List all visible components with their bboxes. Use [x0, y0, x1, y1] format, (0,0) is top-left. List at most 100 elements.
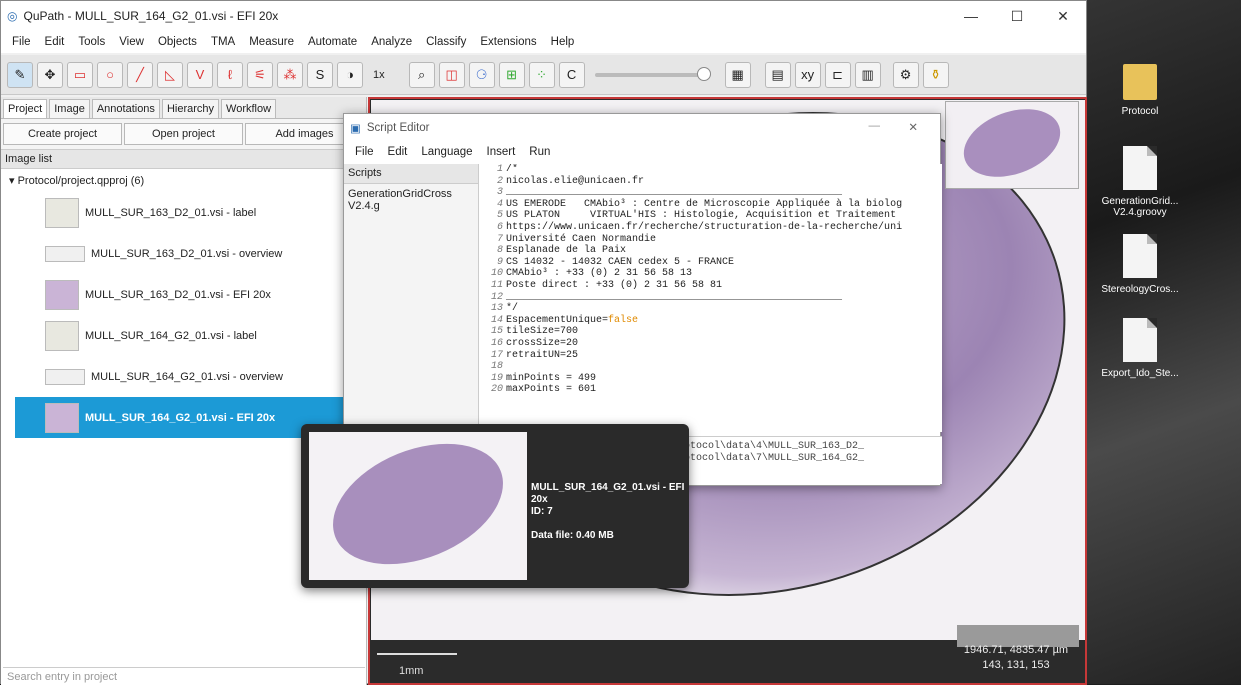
code-editor[interactable]: 1/* 2 nicolas.elie@unicaen.fr 3 ____________… — [480, 164, 942, 432]
maximize-button[interactable]: ☐ — [994, 1, 1040, 31]
menu-bar: File Edit Tools View Objects TMA Measure… — [1, 31, 1086, 53]
show-detections-icon[interactable]: ⊞ — [498, 61, 525, 88]
minimap-tissue — [954, 96, 1070, 190]
list-item[interactable]: MULL_SUR_164_G2_01.vsi - label — [1, 315, 366, 356]
minimize-button[interactable]: — — [869, 120, 881, 132]
pen-tool-icon[interactable]: ✎ — [7, 61, 33, 88]
code-text: ________________________________________… — [506, 187, 843, 199]
ellipse-tool-icon[interactable]: ○ — [97, 61, 123, 88]
code-text: Poste direct : +33 (0) 2 31 56 58 81 — [506, 279, 723, 291]
menu-analyze[interactable]: Analyze — [364, 36, 419, 48]
script-menu-insert[interactable]: Insert — [480, 146, 523, 158]
desktop-item-label: Protocol — [1121, 106, 1159, 117]
points-tool-icon[interactable]: ⁂ — [277, 61, 303, 88]
menu-objects[interactable]: Objects — [151, 36, 204, 48]
code-line: 3 _______________________________________… — [480, 187, 942, 199]
show-pixel-grid-icon[interactable]: ▥ — [854, 61, 881, 88]
script-menu-language[interactable]: Language — [414, 146, 479, 158]
thumbnail-image — [45, 402, 79, 433]
tab-annotations[interactable]: Annotations — [91, 99, 160, 118]
line-number: 8 — [496, 245, 503, 257]
qupath-logo-icon: ◎ — [7, 9, 18, 23]
close-button[interactable]: ✕ — [1040, 1, 1086, 31]
zoom-to-fit-icon[interactable]: ⌕ — [408, 61, 435, 88]
show-overview-icon[interactable]: ▤ — [764, 61, 791, 88]
desktop-item-generation-grid[interactable]: GenerationGrid... V2.4.groovy — [1100, 146, 1180, 218]
menu-tma[interactable]: TMA — [204, 36, 242, 48]
open-project-button[interactable]: Open project — [124, 123, 243, 145]
script-list-item[interactable]: GenerationGridCross V2.4.g — [344, 184, 478, 216]
desktop-item-export[interactable]: Export_Ido_Ste... — [1100, 318, 1180, 379]
script-menu-file[interactable]: File — [348, 146, 381, 158]
desktop-item-stereology[interactable]: StereologyCros... — [1100, 234, 1180, 295]
tab-image[interactable]: Image — [49, 99, 90, 118]
code-text: /* — [506, 164, 519, 175]
opacity-slider[interactable] — [594, 66, 711, 81]
tab-hierarchy[interactable]: Hierarchy — [161, 99, 220, 118]
cursor-coordinates: 1946.71, 4835.47 µm 143, 131, 153 — [949, 643, 1083, 673]
code-line: 5 US PLATON VIRTUAL'HIS : Histologie, Acq… — [480, 210, 942, 222]
thumbnail-image — [45, 279, 79, 310]
code-text: https://www.unicaen.fr/recherche/structu… — [506, 221, 903, 233]
show-cursor-location-icon[interactable]: xy — [794, 61, 821, 88]
line-tool-icon[interactable]: ╱ — [127, 61, 153, 88]
wand-tool-icon[interactable]: ⚟ — [247, 61, 273, 88]
scale-bar — [377, 653, 457, 655]
brightness-contrast-icon[interactable]: ◑ — [337, 61, 363, 88]
list-item[interactable]: MULL_SUR_163_D2_01.vsi - overview — [1, 233, 366, 274]
selection-mode-icon[interactable]: S — [307, 61, 333, 88]
preferences-icon[interactable]: ⚙ — [892, 61, 919, 88]
show-classes-icon[interactable]: C — [558, 61, 585, 88]
list-item[interactable]: MULL_SUR_163_D2_01.vsi - EFI 20x — [1, 274, 366, 315]
rectangle-tool-icon[interactable]: ▭ — [67, 61, 93, 88]
brush-tool-icon[interactable]: ℓ — [217, 61, 243, 88]
code-text: CS 14032 - 14032 CAEN cedex 5 - FRANCE — [506, 256, 735, 268]
menu-file[interactable]: File — [5, 36, 38, 48]
script-editor-icon: ▣ — [350, 123, 361, 135]
tab-workflow[interactable]: Workflow — [221, 99, 277, 118]
menu-view[interactable]: View — [112, 36, 151, 48]
fill-detections-icon[interactable]: ⁘ — [528, 61, 555, 88]
list-item-label: MULL_SUR_163_D2_01.vsi - label — [85, 206, 257, 219]
menu-help[interactable]: Help — [544, 36, 582, 48]
move-tool-icon[interactable]: ✥ — [37, 61, 63, 88]
overview-minimap[interactable] — [945, 96, 1079, 190]
polyline-tool-icon[interactable]: V — [187, 61, 213, 88]
menu-classify[interactable]: Classify — [419, 36, 473, 48]
list-item[interactable]: MULL_SUR_164_G2_01.vsi - overview — [1, 356, 366, 397]
list-item[interactable]: MULL_SUR_163_D2_01.vsi - label — [1, 192, 366, 233]
tab-project[interactable]: Project — [3, 99, 48, 118]
code-line: 2 nicolas.elie@unicaen.fr — [480, 176, 942, 188]
show-annotations-icon[interactable]: ◫ — [438, 61, 465, 88]
desktop-item-label: GenerationGrid... V2.4.groovy — [1101, 196, 1179, 218]
code-text: US EMERODE CMAbio³ : Centre de Microscop… — [506, 198, 903, 210]
show-scalebar-icon[interactable]: ⊏ — [824, 61, 851, 88]
desktop-item-protocol[interactable]: Protocol — [1100, 56, 1180, 117]
slider-thumb[interactable] — [696, 66, 711, 81]
minimize-button[interactable]: — — [948, 1, 994, 31]
menu-measure[interactable]: Measure — [242, 36, 301, 48]
search-input[interactable]: Search entry in project — [3, 667, 365, 685]
menu-extensions[interactable]: Extensions — [473, 36, 543, 48]
log-icon[interactable]: ⚱ — [922, 61, 949, 88]
left-tabs: Project Image Annotations Hierarchy Work… — [1, 97, 366, 119]
script-menu-run[interactable]: Run — [522, 146, 557, 158]
show-tma-grid-icon[interactable]: ⚆ — [468, 61, 495, 88]
project-button-row: Create project Open project Add images — [1, 119, 366, 149]
script-editor-title: Script Editor — [366, 122, 430, 134]
menu-edit[interactable]: Edit — [38, 36, 72, 48]
line-number: 20 — [490, 384, 503, 396]
script-menu-edit[interactable]: Edit — [381, 146, 415, 158]
show-grid-icon[interactable]: ▦ — [724, 61, 751, 88]
code-text: crossSize=20 — [506, 337, 579, 349]
polygon-tool-icon[interactable]: ◺ — [157, 61, 183, 88]
menu-tools[interactable]: Tools — [71, 36, 112, 48]
close-icon[interactable]: ✕ — [908, 120, 918, 134]
code-line: 9 CS 14032 - 14032 CAEN cedex 5 - FRANCE — [480, 257, 942, 269]
create-project-button[interactable]: Create project — [3, 123, 122, 145]
project-tree-root[interactable]: ▾ Protocol/project.qpproj (6) — [1, 169, 366, 192]
desktop-item-label: StereologyCros... — [1101, 284, 1179, 295]
menu-automate[interactable]: Automate — [301, 36, 364, 48]
line-number: 18 — [490, 361, 503, 373]
line-number: 16 — [490, 337, 503, 349]
